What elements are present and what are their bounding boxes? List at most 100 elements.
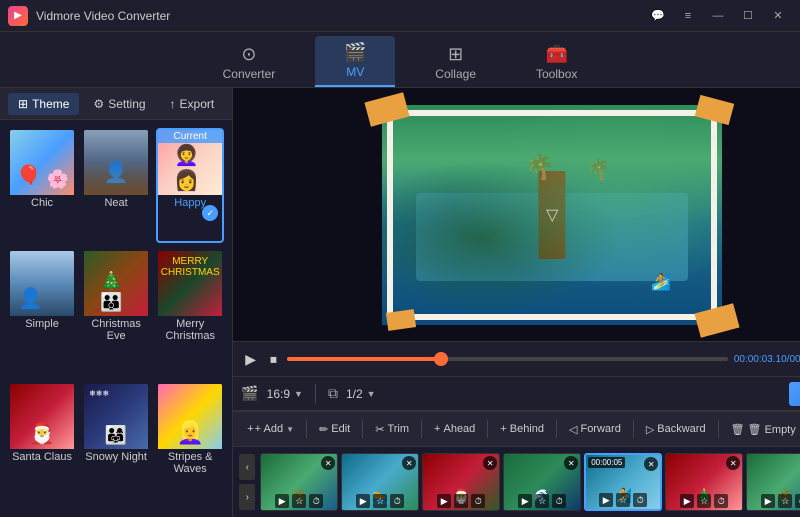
subtab-theme[interactable]: ⊞ Theme: [8, 93, 79, 115]
edit-button[interactable]: ✏ Edit: [311, 419, 358, 440]
timeline-nav-up[interactable]: ‹: [239, 454, 255, 480]
theme-chic-label: Chic: [10, 195, 74, 211]
timeline-nav-down[interactable]: ›: [239, 484, 255, 510]
timeline-item-5[interactable]: 🏄 00:00:05 ✕ ▶ ☆ ⏱: [584, 453, 662, 511]
tl-play-1[interactable]: ▶: [275, 494, 289, 508]
tl-clock-6[interactable]: ⏱: [714, 494, 728, 508]
theme-merry-christmas[interactable]: MERRYCHRISTMAS Merry Christmas: [156, 249, 224, 376]
play-indicator: ▽: [546, 205, 558, 225]
tl-clock-3[interactable]: ⏱: [471, 494, 485, 508]
aspect-ratio-select[interactable]: 16:9 ▼: [267, 387, 303, 401]
trim-icon: ✂: [375, 423, 384, 436]
video-format-icon: 🎬: [241, 385, 258, 402]
behind-button[interactable]: + Behind: [492, 419, 552, 439]
tl-star-4[interactable]: ☆: [535, 494, 549, 508]
theme-neat[interactable]: 👤 Neat: [82, 128, 150, 243]
chat-button[interactable]: 💬: [644, 6, 672, 26]
theme-grid: 🎈 🌸 Chic 👤 Neat 👩‍🦱👩 Current: [0, 120, 232, 517]
export-button[interactable]: Export: [789, 382, 800, 406]
tool-sep-4: [487, 420, 488, 438]
tl-star-3[interactable]: ☆: [454, 494, 468, 508]
tl-play-2[interactable]: ▶: [356, 494, 370, 508]
tl-play-3[interactable]: ▶: [437, 494, 451, 508]
tab-collage[interactable]: ⊞ Collage: [415, 38, 496, 87]
theme-christmas-eve-label: Christmas Eve: [84, 316, 148, 344]
backward-icon: ▷: [646, 423, 654, 436]
tab-converter[interactable]: ⊙ Converter: [203, 38, 296, 87]
tl-star-2[interactable]: ☆: [373, 494, 387, 508]
tl-clock-4[interactable]: ⏱: [552, 494, 566, 508]
theme-snowy-night[interactable]: 👨‍👩‍👧 ❄❄❄ Snowy Night: [82, 382, 150, 509]
timeline[interactable]: ‹ › 🌴 ✕ ▶ ☆ ⏱ 🏊: [233, 447, 800, 517]
export-icon: ↑: [170, 97, 176, 111]
tl-play-7[interactable]: ▶: [761, 494, 775, 508]
tl-actions-2: ▶ ☆ ⏱: [356, 494, 404, 508]
maximize-button[interactable]: ☐: [734, 6, 762, 26]
timeline-item-3[interactable]: 🎅 ✕ ▶ ☆ ⏱: [422, 453, 500, 511]
tab-mv[interactable]: 🎬 MV: [315, 36, 395, 87]
subtab-export-label: Export: [180, 97, 215, 111]
tape-bottom-left: [386, 309, 416, 331]
controls-bar: ▶ ⏹ 00:00:03.10/00:00:50.00 🔊: [233, 341, 800, 377]
tl-clock-7[interactable]: ⏱: [795, 494, 800, 508]
timeline-item-7[interactable]: 🌴 ✕ ▶ ☆ ⏱: [746, 453, 800, 511]
tab-toolbox[interactable]: 🧰 Toolbox: [516, 38, 597, 87]
subtab-export[interactable]: ↑ Export: [160, 93, 225, 115]
subtab-setting[interactable]: ⚙ Setting: [83, 93, 155, 115]
ahead-button[interactable]: + Ahead: [426, 419, 483, 439]
tool-sep-5: [556, 420, 557, 438]
preview-frame: 🌴 🌴 🏄 ▽: [382, 105, 722, 325]
tl-star-6[interactable]: ☆: [697, 494, 711, 508]
timeline-nav: ‹ ›: [239, 454, 255, 510]
ratio-select[interactable]: 1/2 ▼: [346, 387, 376, 401]
empty-button[interactable]: 🗑 🗑 Empty: [723, 419, 800, 440]
timeline-item-2[interactable]: 🏊 ✕ ▶ ☆ ⏱: [341, 453, 419, 511]
theme-icon: ⊞: [18, 97, 28, 111]
tl-clock-1[interactable]: ⏱: [309, 494, 323, 508]
tl-star-7[interactable]: ☆: [778, 494, 792, 508]
tool-sep-6: [633, 420, 634, 438]
tl-actions-7: ▶ ☆ ⏱: [761, 494, 800, 508]
tl-play-4[interactable]: ▶: [518, 494, 532, 508]
tl-clock-5[interactable]: ⏱: [633, 493, 647, 507]
theme-stripes-waves[interactable]: 👱‍♀️ Stripes & Waves: [156, 382, 224, 509]
tl-star-1[interactable]: ☆: [292, 494, 306, 508]
timeline-item-4[interactable]: 🌊 ✕ ▶ ☆ ⏱: [503, 453, 581, 511]
add-button[interactable]: + + Add ▼: [239, 419, 302, 439]
forward-button[interactable]: ◁ Forward: [561, 419, 629, 440]
setting-icon: ⚙: [93, 97, 104, 111]
tl-star-5[interactable]: ☆: [616, 493, 630, 507]
bottom-toolbar: + + Add ▼ ✏ Edit ✂ Trim + Ahead + Be: [233, 411, 800, 447]
theme-stripes-waves-label: Stripes & Waves: [158, 449, 222, 477]
trash-icon: 🗑: [731, 423, 745, 436]
nav-tabs: ⊙ Converter 🎬 MV ⊞ Collage 🧰 Toolbox: [0, 32, 800, 88]
close-button[interactable]: ✕: [764, 6, 792, 26]
copy-icon: ⧉: [328, 385, 338, 402]
tl-play-5[interactable]: ▶: [599, 493, 613, 507]
theme-simple[interactable]: 👤 Simple: [8, 249, 76, 376]
tl-play-6[interactable]: ▶: [680, 494, 694, 508]
theme-santa-claus[interactable]: 🎅 Santa Claus: [8, 382, 76, 509]
timeline-item-1[interactable]: 🌴 ✕ ▶ ☆ ⏱: [260, 453, 338, 511]
tl-clock-2[interactable]: ⏱: [390, 494, 404, 508]
minimize-button[interactable]: —: [704, 6, 732, 26]
add-icon: +: [247, 423, 253, 435]
backward-button[interactable]: ▷ Backward: [638, 419, 714, 440]
format-bar: 🎬 16:9 ▼ ⧉ 1/2 ▼ Export: [233, 377, 800, 411]
ratio-value: 1/2: [346, 387, 363, 401]
timeline-item-6[interactable]: 🎄 ✕ ▶ ☆ ⏱: [665, 453, 743, 511]
menu-button[interactable]: ≡: [674, 6, 702, 26]
tab-collage-label: Collage: [435, 67, 476, 81]
tab-mv-label: MV: [346, 65, 364, 79]
tab-toolbox-label: Toolbox: [536, 67, 577, 81]
progress-fill: [287, 357, 441, 361]
theme-happy[interactable]: 👩‍🦱👩 Current ✓ Happy: [156, 128, 224, 243]
progress-bar[interactable]: [287, 357, 728, 361]
theme-christmas-eve[interactable]: 🎄👪 Christmas Eve: [82, 249, 150, 376]
stop-button[interactable]: ⏹: [266, 349, 281, 370]
trim-button[interactable]: ✂ Trim: [367, 419, 417, 440]
main-content: ⊞ Theme ⚙ Setting ↑ Export 🎈 🌸 Chic: [0, 88, 800, 517]
theme-chic[interactable]: 🎈 🌸 Chic: [8, 128, 76, 243]
tl-actions-6: ▶ ☆ ⏱: [680, 494, 728, 508]
play-button[interactable]: ▶: [241, 349, 260, 370]
